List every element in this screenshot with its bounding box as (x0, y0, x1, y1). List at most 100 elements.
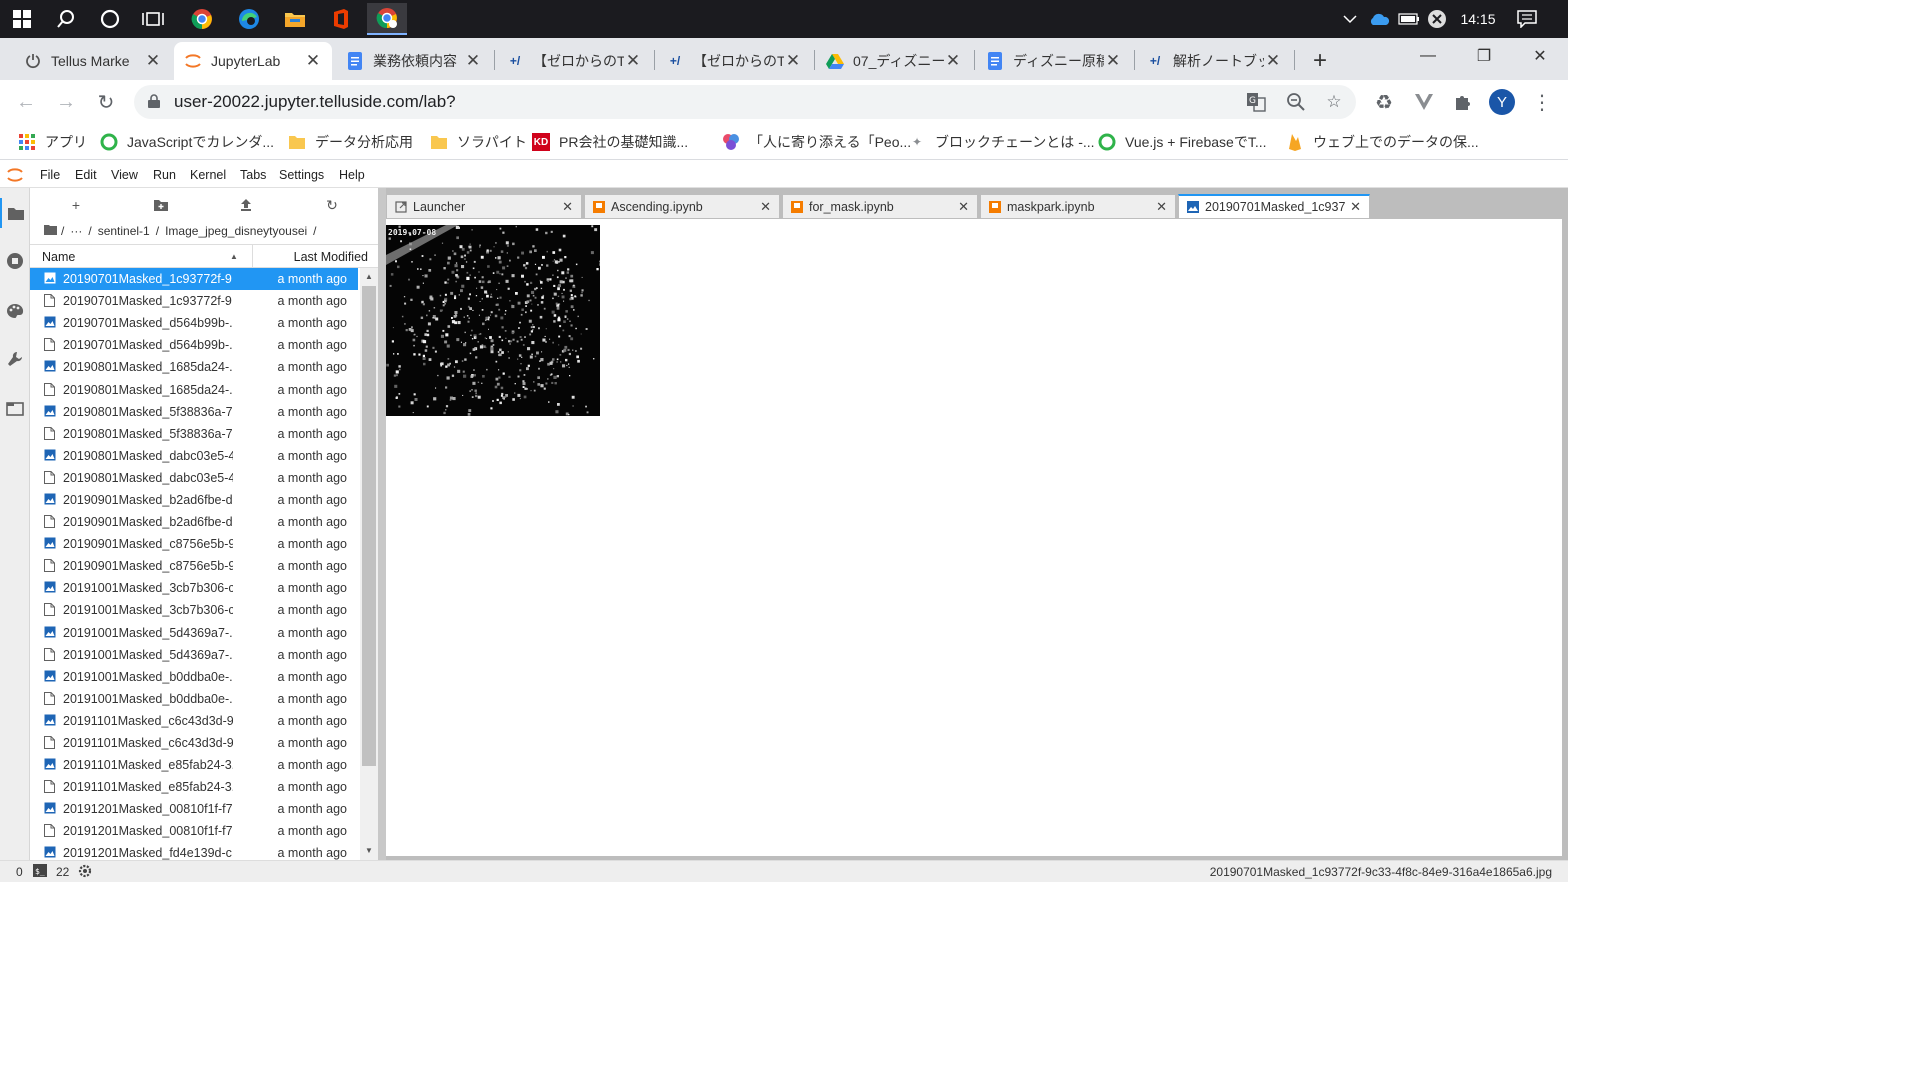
file-row[interactable]: 20190801Masked_1685da24-... a month ago (30, 356, 358, 378)
file-row[interactable]: 20190801Masked_dabc03e5-4... a month ago (30, 445, 358, 467)
breadcrumb-sentinel-1[interactable]: sentinel-1 (98, 224, 150, 238)
bookmark-solapaito[interactable]: ソラパイト (430, 132, 527, 152)
file-row[interactable]: 20190701Masked_d564b99b-... a month ago (30, 312, 358, 334)
file-row[interactable]: 20191001Masked_3cb7b306-c... a month ago (30, 599, 358, 621)
menu-tabs[interactable]: Tabs (240, 168, 266, 182)
office-icon[interactable] (321, 3, 361, 35)
menu-kernel[interactable]: Kernel (190, 168, 226, 182)
bookmark-people[interactable]: 「人に寄り添える「Peo... (722, 132, 911, 152)
menu-run[interactable]: Run (153, 168, 176, 182)
bookmark-javascript-calendar[interactable]: JavaScriptでカレンダ... (100, 132, 274, 152)
close-icon[interactable]: ✕ (1264, 51, 1282, 71)
browser-tab-zero-tellus-2[interactable]: +/ 【ゼロからのTel ✕ (656, 42, 812, 80)
file-row[interactable]: 20191001Masked_5d4369a7-... a month ago (30, 644, 358, 666)
file-row[interactable]: 20190701Masked_d564b99b-... a month ago (30, 334, 358, 356)
breadcrumb-current-folder[interactable]: Image_jpeg_disneytyousei (165, 224, 307, 238)
scrollbar-thumb[interactable] (362, 286, 376, 766)
menu-help[interactable]: Help (339, 168, 365, 182)
windows-start-icon[interactable] (2, 3, 42, 35)
tab-ascending-notebook[interactable]: Ascending.ipynb ✕ (584, 194, 780, 218)
close-icon[interactable]: ✕ (464, 51, 482, 71)
file-row[interactable]: 20190901Masked_c8756e5b-9... a month ago (30, 555, 358, 577)
column-last-modified[interactable]: Last Modified (294, 250, 368, 264)
bookmark-star-icon[interactable]: ☆ (1322, 90, 1346, 114)
kernel-gear-icon[interactable] (78, 864, 92, 881)
vue-extension-icon[interactable] (1408, 86, 1440, 118)
menu-settings[interactable]: Settings (279, 168, 324, 182)
palette-icon[interactable] (0, 296, 30, 326)
close-icon[interactable]: ✕ (562, 199, 573, 215)
chevron-up-icon[interactable] (1338, 0, 1362, 38)
panel-splitter[interactable] (378, 188, 386, 860)
file-row[interactable]: 20190701Masked_1c93772f-9... a month ago (30, 268, 358, 291)
cortana-icon[interactable] (90, 3, 130, 35)
back-arrow-icon[interactable]: ← (10, 86, 42, 118)
file-row[interactable]: 20190801Masked_dabc03e5-4... a month ago (30, 467, 358, 489)
menu-file[interactable]: File (40, 168, 60, 182)
menu-edit[interactable]: Edit (75, 168, 97, 182)
breadcrumb-root[interactable]: / (61, 224, 64, 238)
tab-for-mask-notebook[interactable]: for_mask.ipynb ✕ (782, 194, 978, 218)
tabs-panel-icon[interactable] (0, 394, 30, 424)
browser-tab-zero-tellus-1[interactable]: +/ 【ゼロからのTel ✕ (496, 42, 652, 80)
browser-tab-tellus-market[interactable]: Tellus Marke ✕ (14, 42, 172, 80)
file-row[interactable]: 20191001Masked_b0ddba0e-... a month ago (30, 666, 358, 688)
zoom-icon[interactable] (1284, 90, 1308, 114)
close-icon[interactable]: ✕ (1156, 199, 1167, 215)
bookmark-apps[interactable]: アプリ (18, 132, 87, 152)
home-folder-icon[interactable] (44, 224, 57, 238)
scroll-down-arrow-icon[interactable]: ▼ (365, 846, 373, 855)
close-icon[interactable]: ✕ (304, 51, 322, 71)
browser-tab-drive[interactable]: 07_ディズニー解 ✕ (816, 42, 972, 80)
close-icon[interactable]: ✕ (1350, 199, 1361, 215)
lock-icon[interactable] (148, 94, 160, 108)
file-row[interactable]: 20191001Masked_b0ddba0e-... a month ago (30, 688, 358, 710)
file-row[interactable]: 20190901Masked_b2ad6fbe-d... a month ago (30, 489, 358, 511)
status-left-count[interactable]: 0 (16, 865, 23, 879)
profile-avatar[interactable]: Y (1486, 86, 1518, 118)
file-row[interactable]: 20191101Masked_c6c43d3d-9... a month ago (30, 732, 358, 754)
taskbar-clock[interactable]: 14:15 (1456, 0, 1500, 38)
file-row[interactable]: 20191001Masked_5d4369a7-... a month ago (30, 622, 358, 644)
refresh-icon[interactable]: ↻ (322, 196, 342, 214)
browser-tab-docs[interactable]: 業務依頼内容 ✕ (336, 42, 492, 80)
bookmark-pr-company[interactable]: KD PR会社の基礎知識... (532, 132, 688, 152)
notifications-icon[interactable] (1512, 0, 1542, 38)
recycle-extension-icon[interactable]: ♻ (1368, 86, 1400, 118)
breadcrumb-ellipsis[interactable]: ··· (70, 224, 82, 238)
chrome-active-taskbar-icon[interactable] (367, 3, 407, 35)
new-tab-button[interactable]: + (1300, 42, 1340, 80)
browser-tab-jupyterlab[interactable]: JupyterLab ✕ (174, 42, 332, 80)
browser-tab-disney-draft[interactable]: ディズニー原稿 ✕ (976, 42, 1132, 80)
file-row[interactable]: 20191001Masked_3cb7b306-c... a month ago (30, 577, 358, 599)
close-icon[interactable]: ✕ (1104, 51, 1122, 71)
minimize-window-icon[interactable]: — (1400, 38, 1456, 74)
new-launcher-plus-icon[interactable]: + (66, 196, 86, 214)
tab-image-viewer[interactable]: 20190701Masked_1c93772f- ✕ (1178, 194, 1370, 218)
browser-tab-analysis-notebook[interactable]: +/ 解析ノートブッ ✕ (1136, 42, 1292, 80)
file-row[interactable]: 20190701Masked_1c93772f-9... a month ago (30, 290, 358, 312)
network-off-icon[interactable] (1424, 0, 1450, 38)
onedrive-icon[interactable] (1366, 0, 1392, 38)
file-browser-folder-icon[interactable] (0, 198, 30, 228)
close-icon[interactable]: ✕ (760, 199, 771, 215)
more-menu-icon[interactable]: ⋮ (1526, 86, 1558, 118)
close-icon[interactable]: ✕ (944, 51, 962, 71)
file-row[interactable]: 20190801Masked_5f38836a-7... a month ago (30, 423, 358, 445)
file-row[interactable]: 20191201Masked_fd4e139d-c... a month ago (30, 842, 358, 860)
battery-icon[interactable] (1396, 0, 1422, 38)
close-icon[interactable]: ✕ (144, 51, 162, 71)
bookmark-web-data[interactable]: ウェブ上でのデータの保... (1286, 132, 1479, 152)
bookmark-blockchain[interactable]: ✦ ブロックチェーンとは -... (908, 132, 1095, 152)
file-row[interactable]: 20191101Masked_c6c43d3d-9... a month ago (30, 710, 358, 732)
address-bar[interactable]: user-20022.jupyter.telluside.com/lab? G … (134, 85, 1356, 119)
search-icon[interactable] (46, 3, 86, 35)
scroll-up-arrow-icon[interactable]: ▲ (365, 272, 373, 281)
reload-icon[interactable]: ↻ (90, 86, 122, 118)
bookmark-data-analysis[interactable]: データ分析応用 (288, 132, 413, 152)
edge-taskbar-icon[interactable] (229, 3, 269, 35)
close-icon[interactable]: ✕ (784, 51, 802, 71)
column-name[interactable]: Name (42, 250, 75, 264)
close-window-icon[interactable]: ✕ (1512, 38, 1568, 74)
file-row[interactable]: 20190901Masked_c8756e5b-9... a month ago (30, 533, 358, 555)
